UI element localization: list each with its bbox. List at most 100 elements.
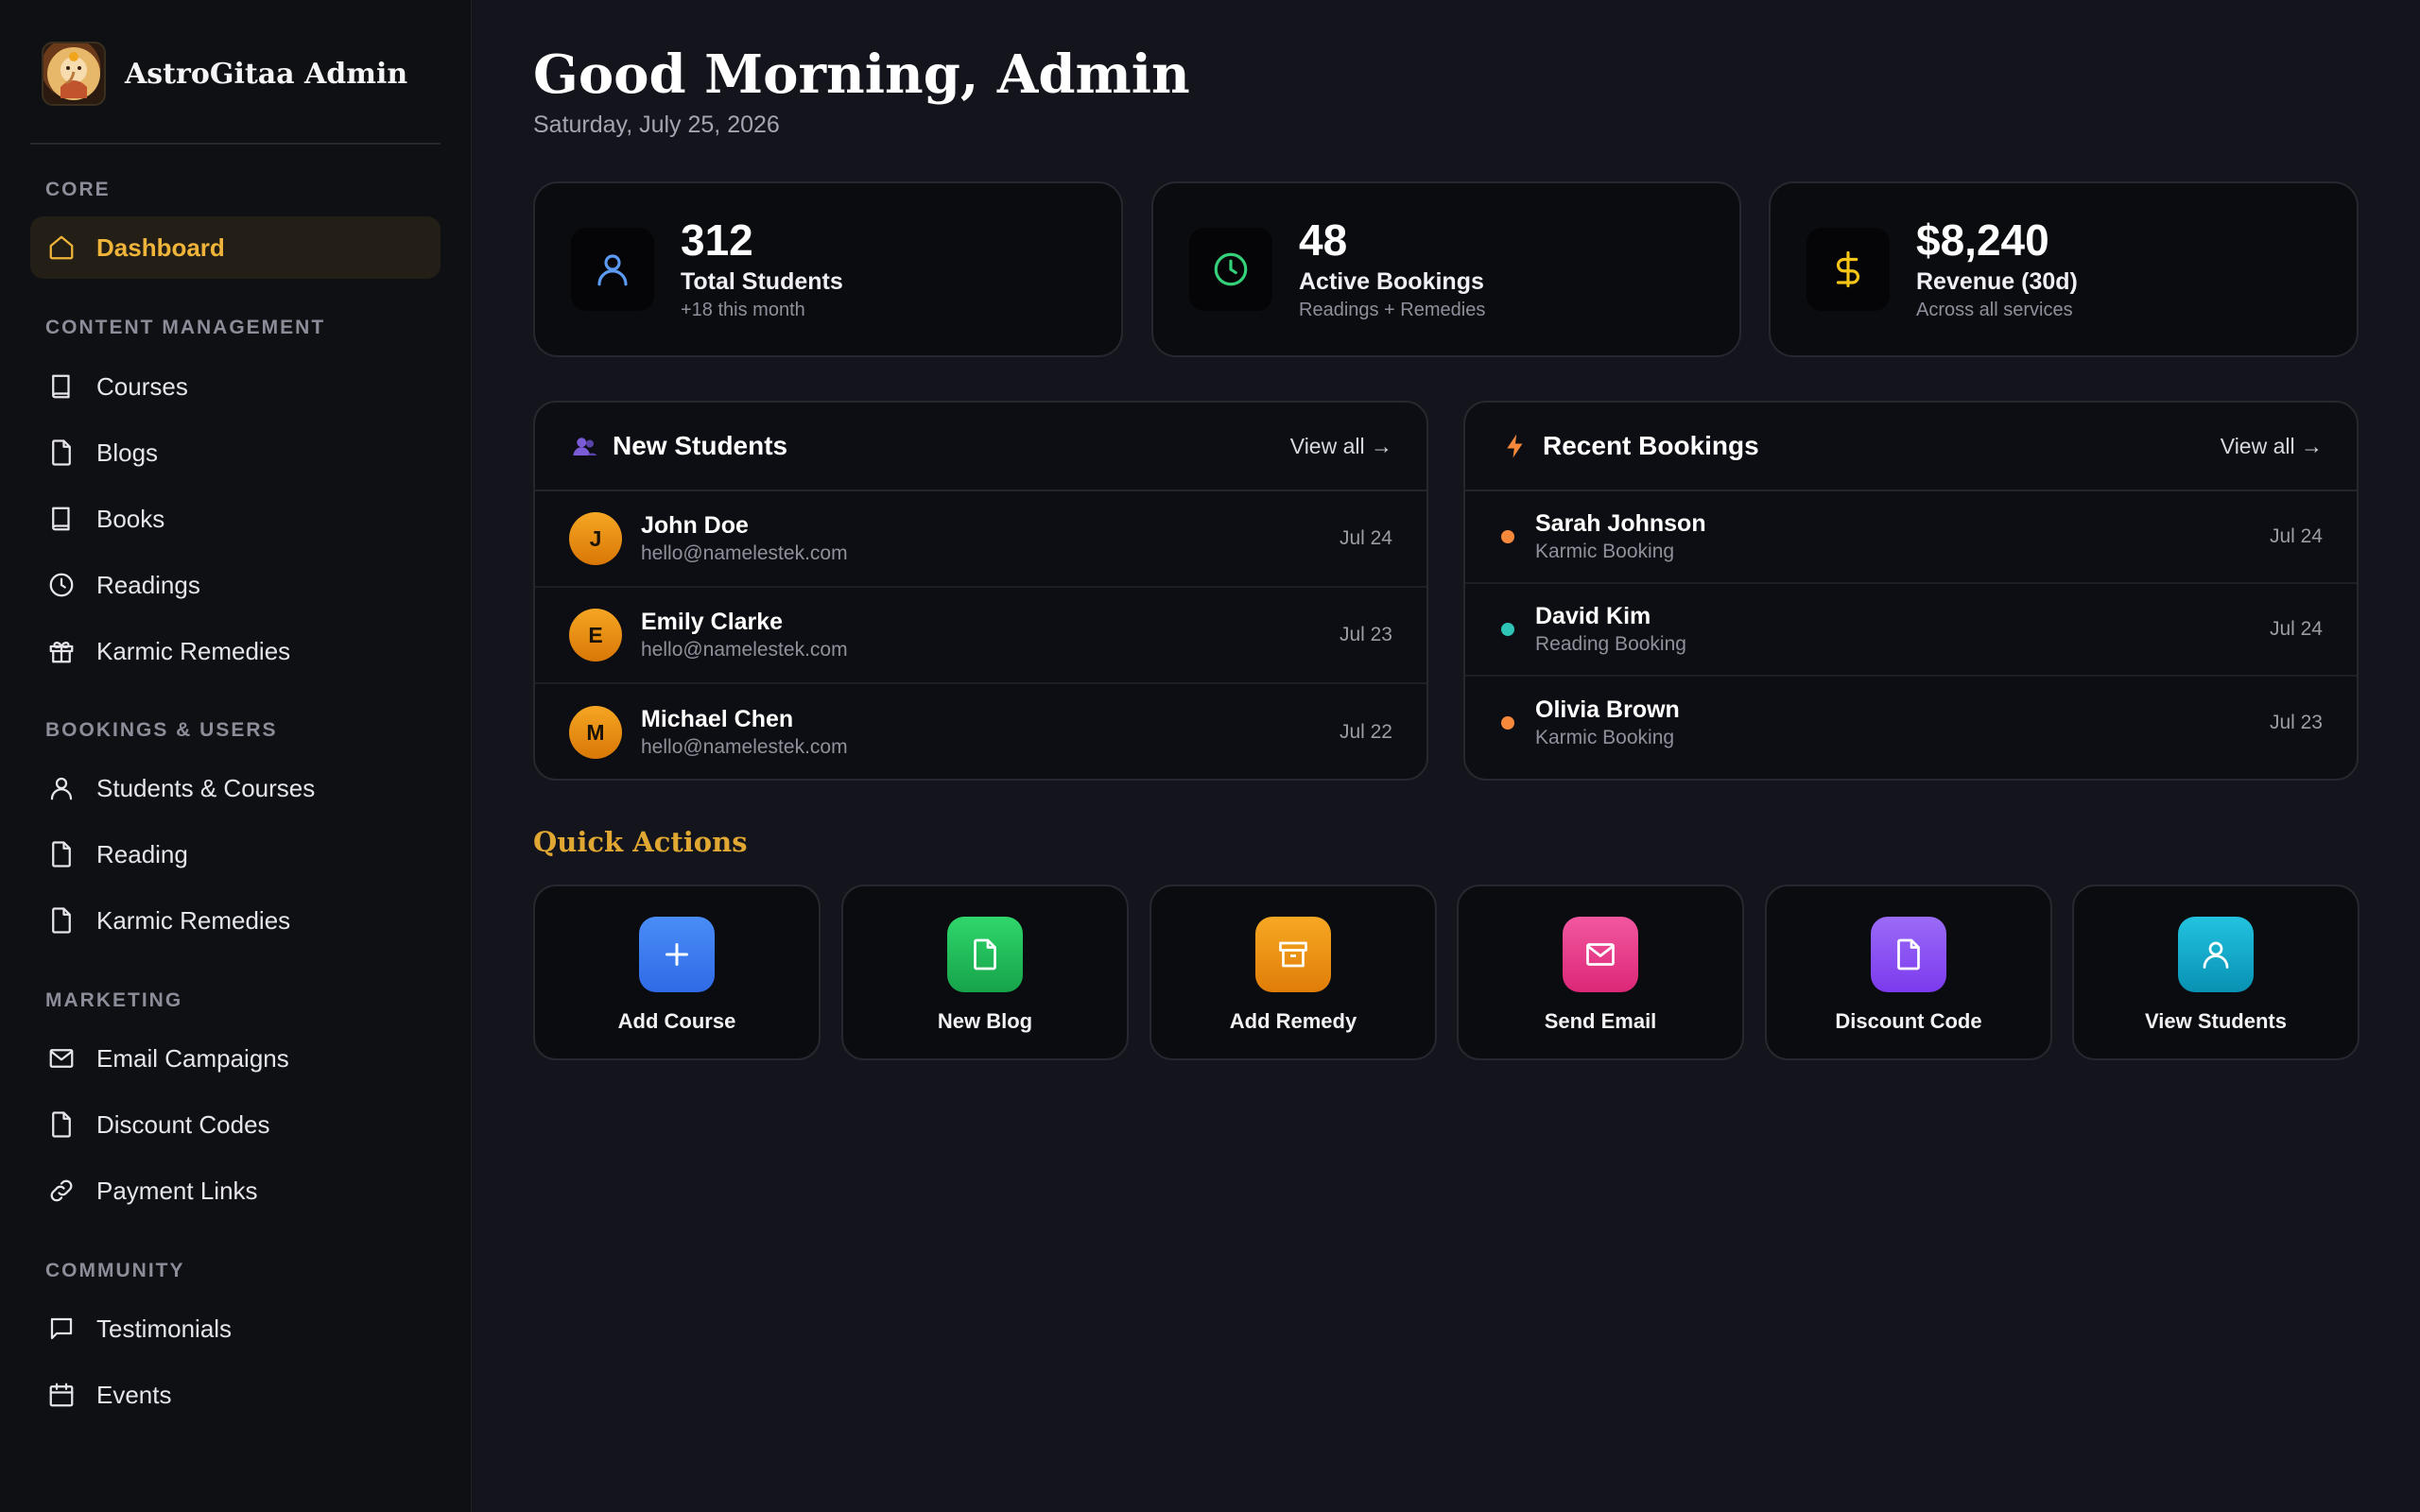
row-date: Jul 23 [2269, 712, 2323, 733]
clock-icon [1189, 228, 1272, 311]
add-remedy-button[interactable]: Add Remedy [1150, 885, 1437, 1060]
sidebar-item-books[interactable]: Books [30, 488, 441, 550]
sidebar-item-blogs[interactable]: Blogs [30, 421, 441, 484]
booking-type: Reading Booking [1535, 633, 1686, 655]
file-icon [947, 917, 1023, 992]
sidebar-item-label: Karmic Remedies [96, 905, 291, 935]
list-item[interactable]: David Kim Reading Booking Jul 24 [1465, 584, 2357, 677]
user-icon [50, 777, 73, 800]
clock-icon [49, 573, 74, 597]
stat-label: Revenue (30d) [1916, 268, 2078, 295]
row-date: Jul 22 [1339, 721, 1392, 743]
panel-header: Recent Bookings View all → [1465, 403, 2357, 491]
stat-card-students[interactable]: 312 Total Students +18 this month [533, 181, 1123, 357]
add-course-button[interactable]: Add Course [533, 885, 821, 1060]
sidebar-item-label: Students & Courses [96, 773, 316, 802]
stat-card-revenue[interactable]: $8,240 Revenue (30d) Across all services [1769, 181, 2359, 357]
new-blog-button[interactable]: New Blog [841, 885, 1129, 1060]
booking-name: Sarah Johnson [1535, 510, 1706, 537]
list-item[interactable]: M Michael Chen hello@namelestek.com Jul … [535, 684, 1426, 779]
sidebar-item-label: Email Campaigns [96, 1043, 289, 1073]
sidebar-item-payment-links[interactable]: Payment Links [30, 1160, 441, 1222]
status-dot [1501, 530, 1514, 543]
file-icon [52, 1111, 71, 1138]
mail-icon [49, 1049, 74, 1068]
view-all-link[interactable]: View all → [2221, 434, 2323, 459]
sidebar-item-courses[interactable]: Courses [30, 355, 441, 418]
sidebar-item-karmic-remedies[interactable]: Karmic Remedies [30, 620, 441, 682]
current-date: Saturday, July 25, 2026 [533, 112, 780, 138]
sidebar-item-label: Events [96, 1380, 172, 1409]
sidebar-item-label: Courses [96, 371, 188, 401]
sidebar-item-dashboard[interactable]: Dashboard [30, 216, 441, 279]
file-icon [52, 841, 71, 868]
plus-icon [639, 917, 715, 992]
booking-name: Olivia Brown [1535, 696, 1680, 723]
student-email: hello@namelestek.com [641, 542, 848, 564]
sidebar-item-label: Dashboard [96, 232, 225, 262]
section-community: COMMUNITY [45, 1260, 185, 1281]
sidebar-item-testimonials[interactable]: Testimonials [30, 1297, 441, 1360]
sidebar-item-karmic-remedies-bookings[interactable]: Karmic Remedies [30, 889, 441, 952]
archive-icon [1255, 917, 1331, 992]
status-dot [1501, 623, 1514, 636]
list-item[interactable]: J John Doe hello@namelestek.com Jul 24 [535, 491, 1426, 588]
book-icon [52, 374, 70, 399]
mail-icon [1563, 917, 1638, 992]
page-title: Good Morning, Admin [533, 43, 1190, 106]
stat-card-bookings[interactable]: 48 Active Bookings Readings + Remedies [1151, 181, 1741, 357]
section-core: CORE [45, 179, 111, 200]
ganesha-logo [42, 42, 106, 106]
book-icon [52, 507, 70, 531]
view-students-button[interactable]: View Students [2072, 885, 2360, 1060]
sidebar-item-discount-codes[interactable]: Discount Codes [30, 1093, 441, 1156]
sidebar-item-label: Books [96, 504, 165, 533]
dollar-icon [1806, 228, 1890, 311]
list-item[interactable]: Olivia Brown Karmic Booking Jul 23 [1465, 677, 2357, 769]
sidebar-item-label: Discount Codes [96, 1109, 270, 1139]
view-all-link[interactable]: View all → [1290, 434, 1392, 459]
sidebar-item-email-campaigns[interactable]: Email Campaigns [30, 1027, 441, 1090]
sidebar-item-readings[interactable]: Readings [30, 554, 441, 616]
sidebar-item-students-courses[interactable]: Students & Courses [30, 757, 441, 819]
sidebar-item-label: Readings [96, 570, 200, 599]
sidebar-item-label: Blogs [96, 438, 159, 467]
list-item[interactable]: Sarah Johnson Karmic Booking Jul 24 [1465, 491, 2357, 584]
avatar: E [569, 609, 622, 662]
stat-label: Total Students [681, 268, 843, 295]
row-date: Jul 24 [2269, 618, 2323, 640]
sidebar-item-reading[interactable]: Reading [30, 823, 441, 885]
user-icon [571, 228, 654, 311]
avatar: M [569, 706, 622, 759]
divider [30, 143, 441, 145]
stat-subtext: +18 this month [681, 300, 805, 320]
brand[interactable]: AstroGitaa Admin [42, 42, 407, 106]
stat-subtext: Readings + Remedies [1299, 300, 1486, 320]
row-date: Jul 24 [2269, 525, 2323, 547]
booking-name: David Kim [1535, 603, 1651, 629]
sidebar-item-label: Payment Links [96, 1176, 258, 1205]
new-students-panel: New Students View all → J John Doe hello… [533, 401, 1428, 781]
booking-type: Karmic Booking [1535, 541, 1675, 562]
sidebar-item-label: Reading [96, 839, 188, 868]
send-email-button[interactable]: Send Email [1457, 885, 1744, 1060]
recent-bookings-panel: Recent Bookings View all → Sarah Johnson… [1463, 401, 2359, 781]
sidebar-item-label: Testimonials [96, 1314, 233, 1343]
section-marketing: MARKETING [45, 989, 183, 1011]
panel-title: Recent Bookings [1543, 431, 1759, 460]
row-date: Jul 23 [1339, 624, 1392, 645]
list-item[interactable]: E Emily Clarke hello@namelestek.com Jul … [535, 588, 1426, 684]
status-dot [1501, 716, 1514, 730]
action-label: Discount Code [1835, 1009, 1982, 1033]
row-date: Jul 24 [1339, 527, 1392, 549]
section-content-management: CONTENT MANAGEMENT [45, 317, 326, 338]
student-name: Michael Chen [641, 706, 794, 732]
gift-icon [49, 641, 74, 663]
file-icon [1871, 917, 1946, 992]
stat-subtext: Across all services [1916, 300, 2073, 320]
booking-type: Karmic Booking [1535, 727, 1675, 748]
sidebar: AstroGitaa Admin CORE Dashboard CONTENT … [0, 0, 472, 1512]
sidebar-item-events[interactable]: Events [30, 1364, 441, 1426]
discount-code-button[interactable]: Discount Code [1765, 885, 2052, 1060]
stat-value: $8,240 [1916, 215, 2049, 265]
